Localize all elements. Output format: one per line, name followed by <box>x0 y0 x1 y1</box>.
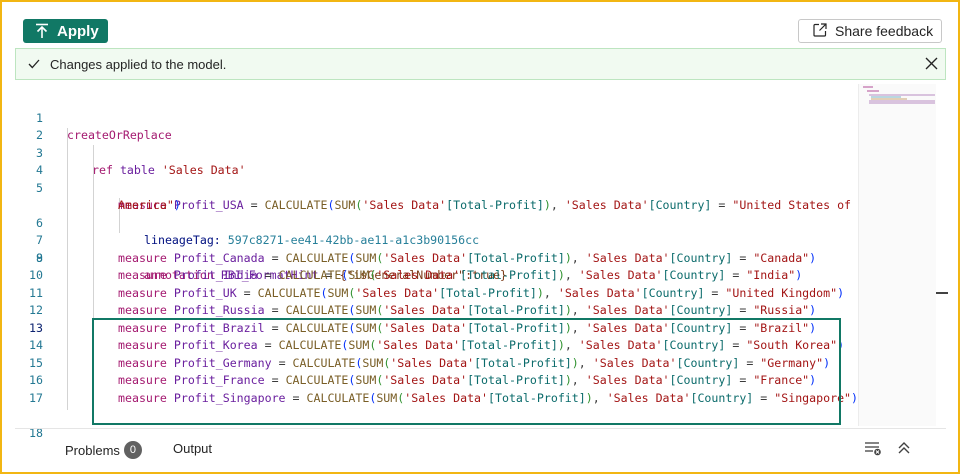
measure-name: Profit_Russia <box>173 303 265 317</box>
code-property: lineageTag: <box>144 233 221 247</box>
line-number: 15 <box>29 355 43 370</box>
code-function: CALCULATE <box>264 198 328 212</box>
code-column: [Country] <box>669 303 733 317</box>
code-line: 4 <box>15 145 43 177</box>
code-column: [Country] <box>648 198 712 212</box>
line-number: 13 <box>29 320 43 335</box>
code-function: SUM <box>348 268 370 282</box>
bottom-panel: Problems 0 Output <box>15 428 946 468</box>
code-string: 'Sales Data' <box>578 268 663 282</box>
code-string: 'Sales Data' <box>383 250 468 265</box>
code-line: 18 <box>15 407 43 440</box>
highlight-box <box>92 318 841 425</box>
code-function: SUM <box>355 250 377 265</box>
code-string: 'Sales Data' <box>585 250 670 265</box>
apply-icon <box>35 23 49 39</box>
code-keyword: table <box>119 163 155 177</box>
code-line: 7 <box>15 215 43 247</box>
line-number: 9 <box>36 250 43 265</box>
code-operator: = <box>264 303 286 317</box>
code-line: 3 ref table 'Sales Data' <box>15 127 246 178</box>
line-number: 11 <box>29 285 43 300</box>
code-string: 'Sales Data' <box>355 285 440 300</box>
line-number: 14 <box>29 338 43 352</box>
measure-name: Profit_Canada <box>173 250 265 265</box>
share-icon <box>813 22 827 40</box>
problems-label: Problems <box>65 442 120 458</box>
code-keyword: measure <box>118 250 167 265</box>
apply-label: Apply <box>57 22 99 40</box>
code-column: [Total-Profit] <box>467 250 565 265</box>
code-keyword: measure <box>118 303 167 317</box>
indent-guide <box>67 128 68 410</box>
country-value: "United Kingdom" <box>725 285 838 300</box>
code-string: "United States of <box>732 198 852 212</box>
code-line: America") <box>118 198 181 212</box>
code-line: 5 measure Profit_USA = CALCULATE(SUM('Sa… <box>15 162 851 213</box>
notification-message: Changes applied to the model. <box>50 56 227 72</box>
code-line: 8 annotation PBI_FormatHint = {"isGenera… <box>15 232 507 283</box>
code-keyword: measure <box>118 285 167 300</box>
tab-problems[interactable]: Problems 0 <box>65 441 142 459</box>
code-function: SUM <box>355 303 377 317</box>
problems-count-badge: 0 <box>123 441 142 459</box>
code-string: 'Sales Data' <box>564 198 649 212</box>
code-function: SUM <box>327 285 349 300</box>
code-column: [Country] <box>641 285 705 300</box>
code-string: 'Sales Data' <box>161 163 246 177</box>
code-guid: 597c8271-ee41-42bb-ae11-a1c3b90156cc <box>227 233 480 247</box>
code-column: [Total-Profit] <box>467 303 565 317</box>
measure-name: Profit_UK <box>173 285 237 300</box>
code-column: [Total-Profit] <box>460 268 558 282</box>
checkmark-icon <box>28 59 40 69</box>
line-number: 17 <box>29 390 43 405</box>
share-feedback-button[interactable]: Share feedback <box>798 19 942 43</box>
apply-button[interactable]: Apply <box>23 19 108 43</box>
country-value: "Canada" <box>753 250 810 265</box>
code-function: CALCULATE <box>285 303 349 317</box>
clear-all-icon[interactable] <box>864 440 882 456</box>
code-keyword: measure <box>118 268 167 282</box>
code-string: 'Sales Data' <box>383 303 468 317</box>
code-string: 'Sales Data' <box>585 303 670 317</box>
code-keyword: ref <box>92 163 113 177</box>
expand-panel-icon[interactable] <box>896 440 912 456</box>
code-line: 6 lineageTag: 597c8271-ee41-42bb-ae11-a1… <box>15 197 479 248</box>
measure-name: Profit_India <box>173 268 258 282</box>
code-line: 2 <box>15 110 43 142</box>
code-text: createOrReplace <box>67 128 172 142</box>
code-function: CALCULATE <box>278 268 342 282</box>
code-function: SUM <box>334 198 356 212</box>
line-number: 12 <box>29 303 43 317</box>
code-line: 1 createOrReplace <box>15 92 172 143</box>
code-function: CALCULATE <box>285 250 349 265</box>
country-value: "India" <box>746 268 796 282</box>
code-operator: = <box>257 268 279 282</box>
share-feedback-label: Share feedback <box>835 23 934 39</box>
code-function: CALCULATE <box>257 285 321 300</box>
code-column: [Total-Profit] <box>439 285 537 300</box>
code-column: [Country] <box>662 268 726 282</box>
scrollbar-thumb[interactable] <box>936 292 948 294</box>
code-column: [Total-Profit] <box>446 198 544 212</box>
line-number: 10 <box>29 268 43 282</box>
notification-bar: Changes applied to the model. <box>15 48 946 80</box>
code-string: 'Sales Data' <box>557 285 642 300</box>
measure-name: Profit_USA <box>173 198 244 212</box>
code-operator: = <box>243 198 265 212</box>
minimap[interactable] <box>858 84 936 426</box>
code-operator: = <box>236 285 258 300</box>
code-column: [Country] <box>669 250 733 265</box>
country-value: "Russia" <box>753 303 810 317</box>
output-label: Output <box>173 441 213 456</box>
code-operator: = <box>264 250 286 265</box>
code-string: America" <box>118 198 174 212</box>
close-icon[interactable] <box>925 57 938 70</box>
code-string: 'Sales Data' <box>362 198 447 212</box>
code-string: 'Sales Data' <box>376 268 461 282</box>
tab-output[interactable]: Output <box>173 441 212 456</box>
line-number: 16 <box>29 373 43 387</box>
